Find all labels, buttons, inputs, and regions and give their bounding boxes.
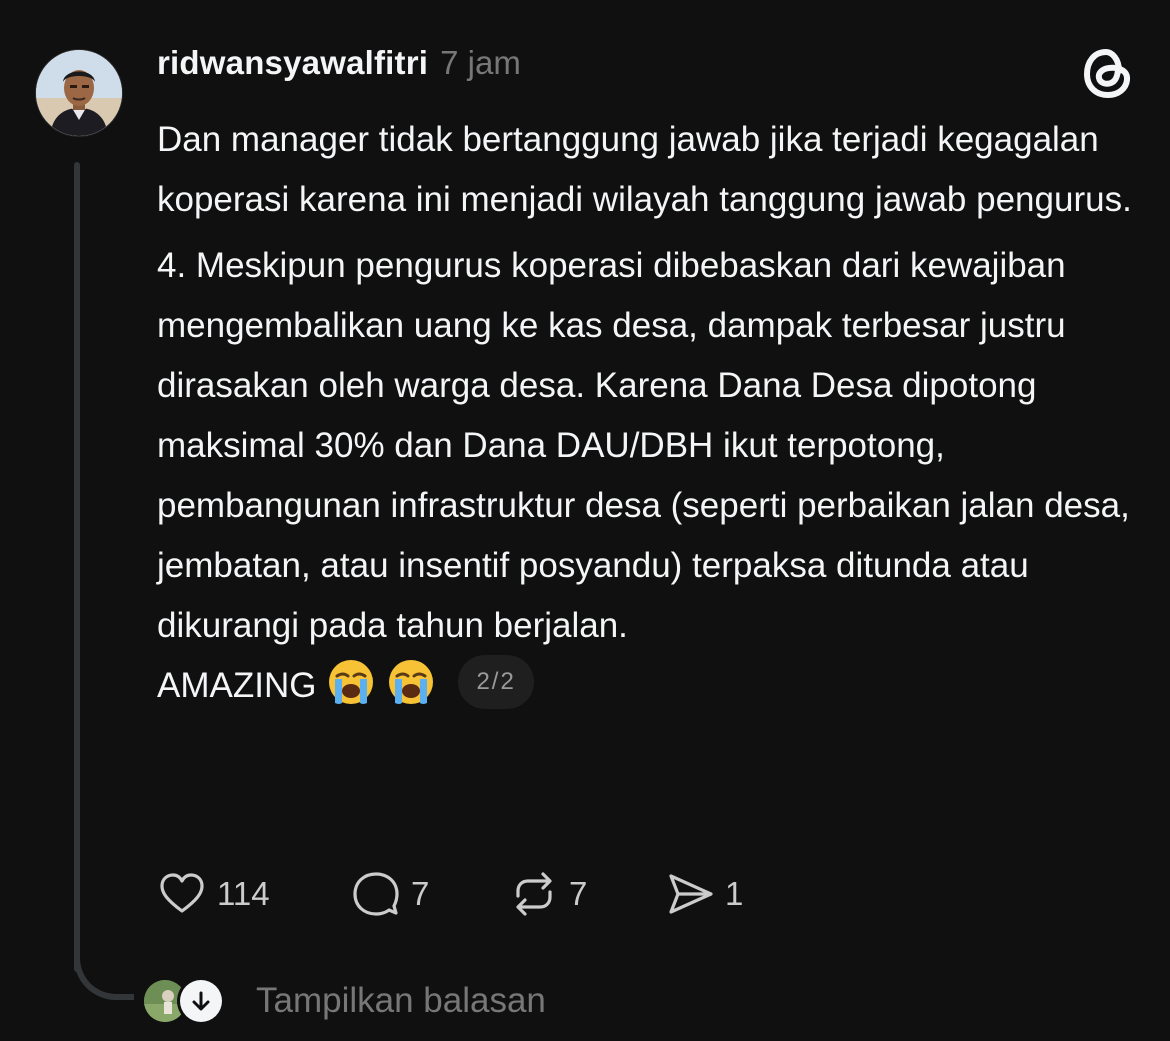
threads-logo-icon[interactable]: [1080, 44, 1136, 102]
repost-icon: [516, 872, 552, 916]
post-closing-line: AMAZING 2/2: [157, 654, 1147, 716]
heart-icon: [160, 873, 204, 913]
thread-line: [74, 162, 80, 972]
show-replies-row[interactable]: Tampilkan balasan: [144, 977, 546, 1025]
post-body: Dan manager tidak bertanggung jawab jika…: [157, 110, 1147, 716]
arrow-down-icon: [180, 980, 222, 1022]
username-link[interactable]: ridwansyawalfitri: [157, 44, 428, 82]
loudly-crying-face-icon: [329, 659, 374, 704]
share-count: 1: [725, 875, 744, 912]
thread-page-indicator: 2/2: [458, 654, 534, 709]
post-paragraph: 4. Meskipun pengurus koperasi dibebaskan…: [157, 246, 1130, 645]
action-bar: 114 7 7 1: [157, 862, 857, 926]
post-paragraph: Dan manager tidak bertanggung jawab jika…: [157, 120, 1132, 219]
like-count: 114: [217, 875, 270, 912]
post-timestamp[interactable]: 7 jam: [440, 44, 521, 82]
reply-count: 7: [411, 875, 430, 912]
author-photo: [36, 50, 122, 136]
post-header: ridwansyawalfitri 7 jam: [157, 44, 521, 92]
reply-button[interactable]: 7: [351, 862, 429, 926]
author-avatar[interactable]: [36, 50, 122, 136]
like-button[interactable]: 114: [157, 862, 270, 926]
repost-count: 7: [569, 875, 588, 912]
thread-line-curve: [74, 940, 134, 1000]
repost-button[interactable]: 7: [509, 862, 587, 926]
post-closing-text: AMAZING: [157, 666, 317, 705]
show-replies-link[interactable]: Tampilkan balasan: [256, 981, 546, 1021]
share-button[interactable]: 1: [665, 862, 743, 926]
loudly-crying-face-icon: [389, 659, 434, 704]
send-icon: [669, 874, 713, 914]
speech-bubble-icon: [353, 872, 399, 916]
